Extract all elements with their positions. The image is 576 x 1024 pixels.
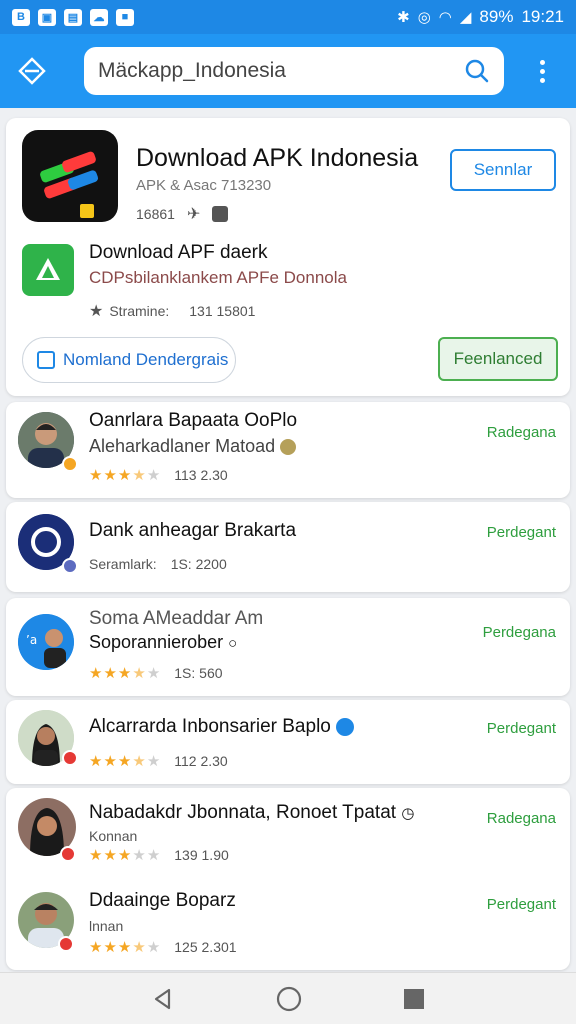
row-subtitle-text: Soporannierober xyxy=(89,632,224,652)
row-subtitle: Konnan xyxy=(89,828,138,844)
rating-count: 112 2.30 xyxy=(174,753,228,769)
row-subtitle: Aleharkadlaner Matoad xyxy=(89,436,297,457)
pin-icon: ✈ xyxy=(186,206,201,223)
row-subtitle: Soporannierober ○ xyxy=(89,632,237,653)
battery-percent: 89% xyxy=(479,7,514,26)
row-action-link[interactable]: Radegana xyxy=(487,810,556,827)
featured-card: Download APK Indonesia APK & Asac 713230… xyxy=(6,118,570,396)
rating-count: 125 2.301 xyxy=(174,939,237,955)
green-action-button[interactable]: Feenlanced xyxy=(438,337,558,381)
list-item[interactable]: Alcarrarda Inbonsarier Baplo ★ ★ ★ ★ ★ 112 2… xyxy=(6,700,570,784)
more-options-icon[interactable] xyxy=(522,51,562,91)
rating-stars: ★ ★ ★ ★ ★ xyxy=(89,467,161,484)
row-action-link[interactable]: Radegana xyxy=(487,424,556,441)
status-badge xyxy=(60,846,76,862)
list-item[interactable]: Dank anheagar Brakarta Seramlark: 1S: 22… xyxy=(6,502,570,592)
app-meta: 16861 ✈ xyxy=(136,204,229,224)
rating-count: 1S: 560 xyxy=(174,665,223,681)
sync-icon: ◎ xyxy=(417,9,431,26)
rating-stars: ★ ★ ★ ★ ★ xyxy=(89,939,161,956)
signal-icon: ◢ xyxy=(459,9,472,26)
row-title: Nabadakdr Jbonnata, Ronoet Tpatat ◷ xyxy=(89,802,414,824)
row-action-link[interactable]: Perdegant xyxy=(487,720,556,737)
status-badge xyxy=(62,558,78,574)
app-logo-icon[interactable] xyxy=(22,130,118,222)
secondary-title: Download APF daerk xyxy=(89,242,268,263)
row-title-text: Nabadakdr Jbonnata, Ronoet Tpatat xyxy=(89,802,397,823)
download-pill-button[interactable]: Nomland Dendergrais xyxy=(22,337,236,383)
app-title: Download APK Indonesia xyxy=(136,144,419,172)
list-item[interactable]: Nabadakdr Jbonnata, Ronoet Tpatat ◷ Konn… xyxy=(6,788,570,878)
status-badge xyxy=(62,456,78,472)
list-item[interactable]: ’a Soma AMeaddar Am Soporannierober ○ ★ ★… xyxy=(6,598,570,696)
pill-button-label: Nomland Dendergrais xyxy=(63,350,229,369)
row-meta: ★ ★ ★ ★ ★ 113 2.30 xyxy=(89,466,228,484)
secondary-description: CDPsbilanklankem APFe Donnola xyxy=(89,268,347,287)
svg-text:’a: ’a xyxy=(26,633,37,647)
row-title-text: Alcarrarda Inbonsarier Baplo xyxy=(89,716,331,737)
image-icon: ▤ xyxy=(64,8,82,26)
row-title: Oanrlara Bapaata OoPlo xyxy=(89,410,298,431)
rating-stars: ★ ★ ★ ★ ★ xyxy=(89,753,161,770)
app-bar: Mäckapp_Indonesia xyxy=(0,34,576,108)
row-title: Dank anheagar Brakarta xyxy=(89,520,297,541)
rating-count: 113 2.30 xyxy=(174,467,228,483)
secondary-app-icon[interactable] xyxy=(22,244,74,296)
app-subtitle: APK & Asac 713230 xyxy=(136,177,272,194)
emoji-icon xyxy=(280,439,297,456)
back-icon[interactable] xyxy=(151,987,175,1011)
secondary-meta: ★ Stramine: 131 15801 xyxy=(89,301,255,321)
list-item[interactable]: Ddaainge Boparz lnnan ★ ★ ★ ★ ★ 125 2.301 Pe… xyxy=(6,882,570,968)
rating-badge-icon xyxy=(212,206,229,222)
row-title: Soma AMeaddar Am xyxy=(89,608,264,629)
notification-icon: ▣ xyxy=(38,8,56,26)
row-title: Alcarrarda Inbonsarier Baplo xyxy=(89,716,355,738)
row-title: Ddaainge Boparz xyxy=(89,890,236,911)
row-action-link[interactable]: Perdegant xyxy=(487,524,556,541)
row-meta: ★ ★ ★ ★ ★ 125 2.301 xyxy=(89,938,237,956)
rating-stars: ★ ★ ★ ★ ★ xyxy=(89,847,161,864)
row-action-link[interactable]: Perdegant xyxy=(487,896,556,913)
meta-label: Stramine: xyxy=(109,303,170,319)
bluetooth-icon: ✱ xyxy=(397,9,410,26)
cloud-icon: ☁ xyxy=(90,8,108,26)
rating-count: 1S: 2200 xyxy=(170,556,227,572)
download-count: 16861 xyxy=(136,206,175,222)
info-icon: ◷ xyxy=(401,805,415,822)
diamond-nav-icon xyxy=(18,57,46,85)
avatar: ’a xyxy=(18,614,74,670)
status-badge xyxy=(62,750,78,766)
row-subtitle: lnnan xyxy=(89,918,124,934)
row-meta: ★ ★ ★ ★ ★ 139 1.90 xyxy=(89,846,229,864)
app-notification-icon: ■ xyxy=(116,8,134,26)
search-box[interactable]: Mäckapp_Indonesia xyxy=(84,47,504,95)
meta-value: 131 15801 xyxy=(189,303,256,319)
search-input[interactable]: Mäckapp_Indonesia xyxy=(98,59,464,83)
home-icon[interactable] xyxy=(276,986,302,1012)
wifi-icon: ◠ xyxy=(438,9,452,26)
nav-button[interactable] xyxy=(0,34,64,108)
list-item[interactable]: Oanrlara Bapaata OoPlo Aleharkadlaner Ma… xyxy=(6,402,570,498)
status-badge xyxy=(58,936,74,952)
row-meta: ★ ★ ★ ★ ★ 1S: 560 xyxy=(89,664,223,682)
rating-count: 139 1.90 xyxy=(174,847,229,863)
row-subtitle-text: Aleharkadlaner Matoad xyxy=(89,436,276,456)
edit-icon xyxy=(37,351,55,369)
recents-icon[interactable] xyxy=(403,988,425,1010)
meta-label: Seramlark: xyxy=(89,556,157,572)
system-nav-bar xyxy=(0,972,576,1024)
notification-icon: B xyxy=(12,8,30,26)
row-meta: ★ ★ ★ ★ ★ 112 2.30 xyxy=(89,752,228,770)
verified-icon xyxy=(336,717,355,736)
circle-icon: ○ xyxy=(228,635,238,652)
star-icon: ★ xyxy=(89,303,104,320)
row-meta: Seramlark: 1S: 2200 xyxy=(89,556,227,572)
featured-action-button[interactable]: Sennlar xyxy=(450,149,556,191)
status-bar: B ▣ ▤ ☁ ■ ✱ ◎ ◠ ◢ 89% 19:21 xyxy=(0,0,576,34)
rating-stars: ★ ★ ★ ★ ★ xyxy=(89,665,161,682)
row-action-link[interactable]: Perdegana xyxy=(483,624,556,641)
list-group-card: Nabadakdr Jbonnata, Ronoet Tpatat ◷ Konn… xyxy=(6,788,570,970)
search-icon[interactable] xyxy=(464,58,490,84)
clock: 19:21 xyxy=(521,7,564,26)
